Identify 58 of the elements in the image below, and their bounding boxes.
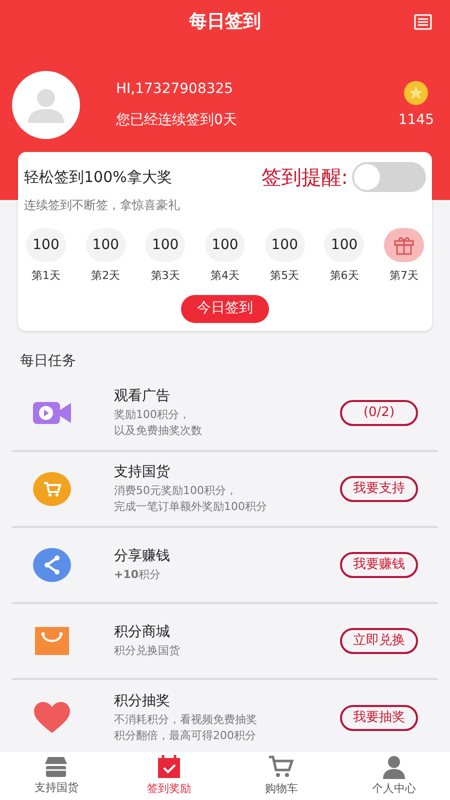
sign-in-button[interactable]: 今日签到: [181, 294, 269, 322]
day-label: 第5天: [270, 268, 300, 284]
task-button[interactable]: 我要赚钱: [340, 552, 418, 578]
calendar-check-icon: [156, 754, 181, 779]
tab[interactable]: 支持国货: [0, 752, 112, 800]
day-label: 第1天: [32, 268, 60, 284]
day-points: 100: [324, 228, 364, 262]
task-button[interactable]: 我要抽奖: [340, 704, 418, 730]
day-label: 第2天: [91, 268, 120, 284]
coin-icon: [403, 80, 430, 106]
task-button[interactable]: 我要支持: [340, 476, 418, 502]
tab[interactable]: 购物车: [225, 752, 338, 800]
tab[interactable]: 签到奖励: [112, 752, 225, 800]
task-title: 分享赚钱: [114, 547, 171, 566]
reminder-toggle[interactable]: [352, 162, 426, 192]
streak-text: 您已经连续签到0天: [116, 111, 238, 130]
task-description: 积分兑换国货: [114, 643, 181, 659]
card-subtitle: 连续签到不断签，拿惊喜豪礼: [23, 197, 181, 214]
list-icon[interactable]: [414, 14, 432, 30]
task-button[interactable]: (0/2): [340, 400, 418, 426]
day-label: 第4天: [210, 268, 240, 284]
day-points: 100: [264, 228, 305, 262]
day-label: 第6天: [330, 268, 359, 284]
page-title: 每日签到: [189, 10, 261, 34]
points-count: 1145: [398, 110, 434, 130]
task-description: 消费50元奖励100积分，: [114, 483, 238, 499]
task-title: 支持国货: [114, 463, 171, 482]
store-icon: [43, 756, 70, 778]
day-points: 100: [204, 228, 245, 262]
gift-icon: [384, 228, 424, 262]
video-camera-icon: [33, 400, 71, 424]
heart-icon: [34, 702, 70, 734]
task-description: +10积分: [114, 567, 162, 583]
task-description: 以及免费抽奖次数: [114, 423, 203, 439]
shopping-bag-icon: [35, 626, 69, 654]
share-icon: [33, 548, 71, 582]
cart-icon: [33, 472, 71, 506]
task-description: 积分翻倍，最高可得200积分: [114, 728, 257, 744]
task-description: 完成一笔订单额外奖励100积分: [114, 499, 268, 515]
reminder-label: 签到提醒:: [261, 164, 348, 191]
task-title: 积分抽奖: [114, 692, 171, 711]
section-heading: 每日任务: [19, 352, 77, 370]
card-title: 轻松签到100%拿大奖: [24, 166, 172, 188]
task-title: 观看广告: [114, 387, 171, 406]
day-points: 100: [145, 228, 186, 262]
person-silhouette-icon: [26, 87, 66, 123]
day-label: 第3天: [150, 268, 180, 284]
task-title: 积分商城: [114, 623, 171, 642]
tab[interactable]: 个人中心: [338, 752, 450, 800]
task-button[interactable]: 立即兑换: [340, 628, 418, 654]
day-label: 第7天: [389, 268, 418, 284]
person-icon: [382, 754, 406, 779]
day-points: 100: [26, 228, 66, 262]
task-description: 不消耗积分，看视频免费抽奖: [114, 712, 258, 728]
cart-icon: [268, 754, 294, 779]
task-description: 奖励100积分，: [114, 407, 191, 423]
user-greeting: HI,17327908325: [116, 80, 234, 99]
day-points: 100: [86, 228, 126, 262]
